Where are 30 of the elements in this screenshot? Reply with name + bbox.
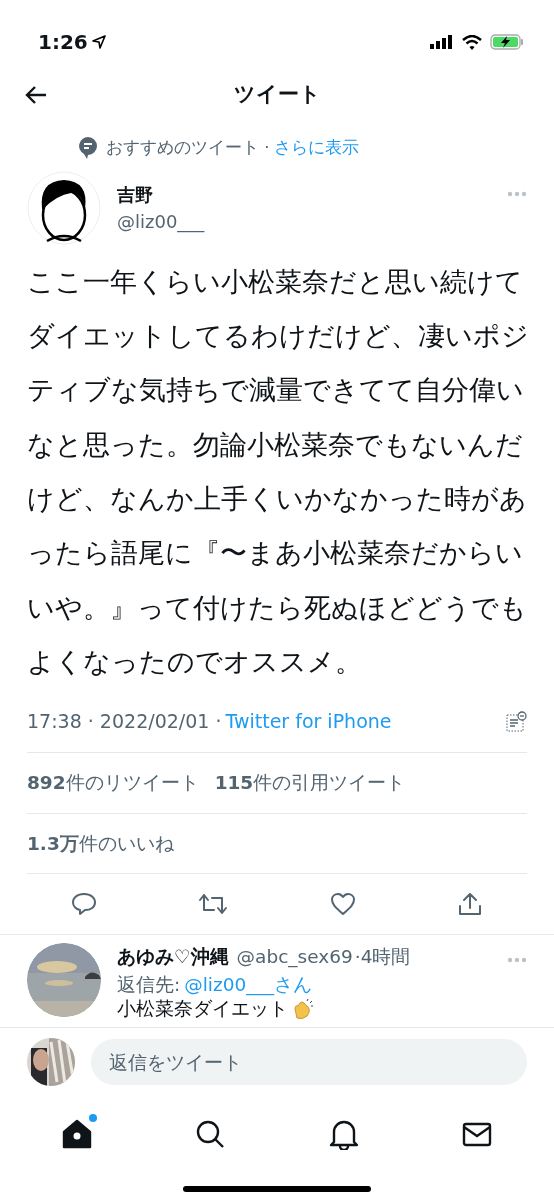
bell-icon [327, 1118, 360, 1151]
stat-link[interactable]: 892件のリツイート [27, 768, 199, 797]
likes-link[interactable]: 1.3万件のいいね [27, 832, 174, 854]
signal-icon [430, 35, 454, 49]
back-arrow-icon[interactable] [24, 85, 48, 105]
promoted-label: おすすめのツイート · [106, 137, 270, 159]
avatar[interactable] [27, 170, 101, 245]
tweet-text: ここ一年くらい小松菜奈だと思い続けてダイエットしてるわけだけど、凄いポジティブな気持ちで減量できてて自分偉いなと思った。勿論小松菜奈でもないんだけど、なんか上手くいかなかった時があったら語尾に『〜まあ小松菜奈だからいいや。』って付けたら死ぬほどどうでもよくなったのでオススメ。 [26, 264, 530, 679]
reply-input-field[interactable]: 返信をツイート [91, 1039, 527, 1086]
share-icon[interactable] [457, 891, 484, 918]
reply-icon[interactable] [70, 891, 97, 918]
page-title: ツイート [233, 81, 321, 109]
reply-author-name: あゆみ♡沖縄 [117, 945, 229, 970]
battery-charging-icon [490, 34, 524, 50]
location-arrow-icon [91, 35, 106, 49]
reply-text: 小松菜奈ダイエット [117, 998, 288, 1020]
reply-time: ·4時間 [354, 945, 411, 970]
wifi-icon [462, 34, 482, 50]
heart-icon[interactable] [329, 892, 356, 917]
retweet-icon[interactable] [198, 892, 229, 917]
speech-bubble-icon [78, 136, 98, 161]
stat-link[interactable]: 115件の引用ツイート [214, 768, 406, 797]
author-name: 吉野 [117, 182, 154, 207]
reply-author-handle: @abc_sex69 [236, 945, 353, 970]
reply-to-label: 返信先: [117, 973, 181, 997]
analytics-icon[interactable] [505, 710, 527, 733]
tweet-timestamp: 17:38 · 2022/02/01 · [27, 709, 222, 735]
author-handle: @liz00___ [117, 209, 206, 235]
clock-time: 1:26 [38, 29, 88, 56]
home-icon [60, 1118, 93, 1151]
